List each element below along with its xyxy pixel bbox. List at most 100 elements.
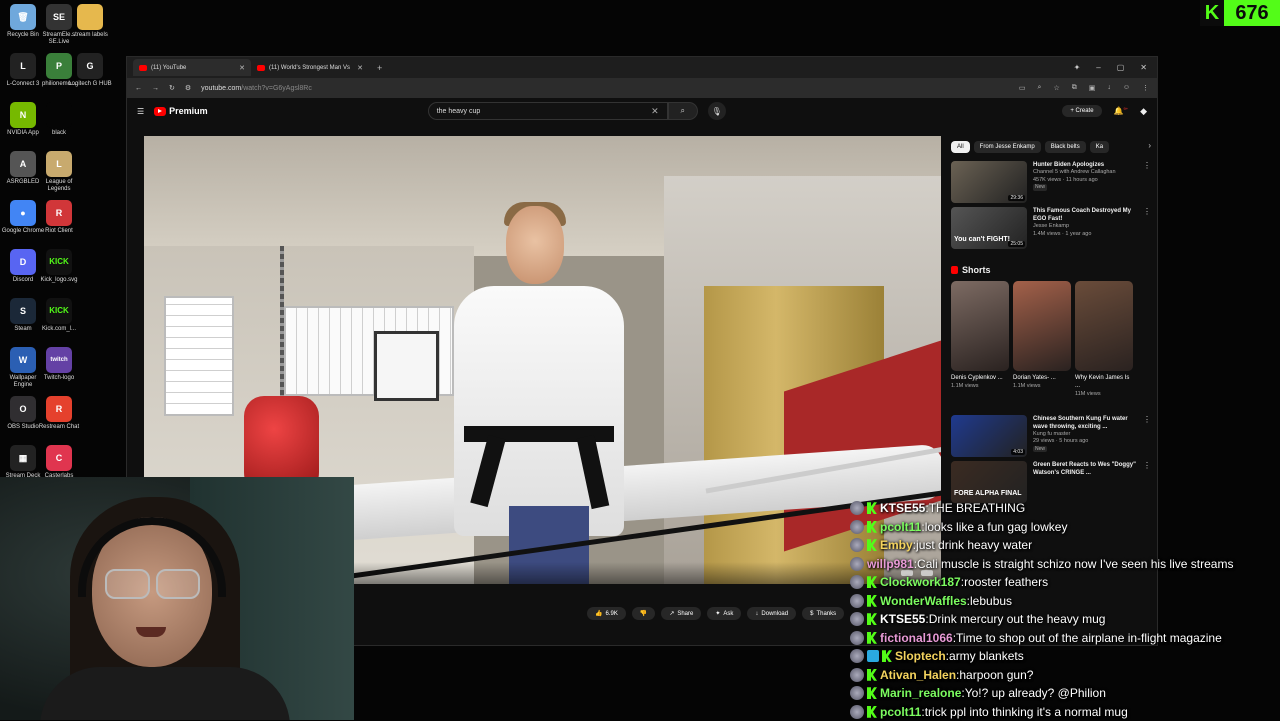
app-icon: W	[10, 347, 36, 373]
recommended-video[interactable]: FORE ALPHA FINALGreen Beret Reacts to We…	[951, 461, 1151, 505]
notifications-bell-icon[interactable]: 🔔9+	[1114, 106, 1129, 116]
desktop-icon-label: Kick_logo.svg	[36, 277, 82, 284]
short-thumbnail[interactable]	[1013, 281, 1071, 371]
app-icon: R	[46, 396, 72, 422]
short-card[interactable]: Why Kevin James Is ...11M views	[1075, 281, 1133, 397]
voice-search-button[interactable]: 🎙	[708, 102, 726, 120]
video-thumbnail[interactable]: You can't FIGHT!25:05	[951, 207, 1027, 249]
video-action-button[interactable]: $Thanks	[802, 607, 844, 620]
app-icon: 🗑	[10, 4, 36, 30]
short-card[interactable]: Dorian Yates- ...1.1M views	[1013, 281, 1071, 397]
more-options-icon[interactable]: ⋮	[1143, 415, 1151, 459]
reload-icon[interactable]: ↻	[169, 84, 175, 92]
extensions-icon[interactable]: ✦	[1074, 63, 1081, 72]
desktop-icon[interactable]: KICKKick.com_l...	[36, 298, 82, 333]
shorts-header: Shorts	[951, 265, 1151, 275]
forward-icon[interactable]: →	[152, 85, 159, 92]
chevron-right-icon[interactable]: ›	[1148, 141, 1151, 153]
new-tab-button[interactable]: +	[369, 63, 390, 73]
chat-message: KTSE55: THE BREATHING	[850, 499, 1280, 518]
desktop-icon[interactable]: black	[36, 102, 82, 137]
app-icon: L	[10, 53, 36, 79]
profile-icon[interactable]: ☺	[1123, 84, 1130, 92]
create-button[interactable]: + Create	[1062, 105, 1101, 117]
kick-badge-icon	[882, 650, 892, 662]
video-thumbnail[interactable]: 29:36	[951, 161, 1027, 203]
youtube-logo[interactable]: Premium	[154, 106, 208, 116]
desktop-icon-label: Riot Client	[36, 228, 82, 235]
search-input[interactable]: the heavy cup ✕	[428, 102, 668, 120]
youtube-favicon-icon	[257, 65, 265, 71]
video-meta: Hunter Biden ApologizesChannel 5 with An…	[1033, 161, 1116, 205]
action-label: Ask	[723, 611, 733, 617]
more-options-icon[interactable]: ⋮	[1143, 207, 1151, 251]
video-action-button[interactable]: ↓Download	[747, 607, 796, 620]
chat-text: harpoon gun?	[959, 668, 1033, 682]
zoom-icon[interactable]: ⌕	[1038, 84, 1042, 92]
desktop-icon[interactable]: R Restream Chat	[36, 396, 82, 431]
video-action-button[interactable]: ✦Ask	[707, 607, 741, 620]
desktop-icon[interactable]: LLeague of Legends	[36, 151, 82, 193]
kick-counter-value: 676	[1224, 2, 1280, 25]
extension-puzzle-icon[interactable]: ⧉	[1072, 84, 1077, 92]
recommended-video[interactable]: You can't FIGHT!25:05This Famous Coach D…	[951, 207, 1151, 251]
chat-username: KTSE55	[880, 612, 925, 626]
desktop-icon-label: Restream Chat	[36, 424, 82, 431]
app-icon	[77, 4, 103, 30]
chat-username: Ativan_Halen	[880, 668, 956, 682]
chat-text: Yo!? up already? @Philion	[965, 686, 1106, 700]
video-action-button[interactable]: ↗Share	[661, 607, 701, 620]
search-button[interactable]: ⌕	[668, 102, 698, 120]
video-thumbnail[interactable]: 4:03	[951, 415, 1027, 457]
short-card[interactable]: Denis Cyplenkov ...1.1M views	[951, 281, 1009, 397]
short-thumbnail[interactable]	[1075, 281, 1133, 371]
video-meta: This Famous Coach Destroyed My EGO Fast!…	[1033, 207, 1137, 251]
browser-tab-youtube[interactable]: (11) YouTube ✕	[133, 59, 251, 76]
short-thumbnail[interactable]	[951, 281, 1009, 371]
video-action-button[interactable]: 👍6.9K	[587, 607, 626, 620]
tab-close-icon[interactable]: ✕	[357, 64, 363, 72]
download-icon[interactable]: ↓	[1107, 84, 1111, 92]
cast-icon[interactable]: ▭	[1019, 84, 1026, 92]
site-info-icon[interactable]: ⚙	[185, 84, 191, 92]
browser-tab-strongest-man[interactable]: (11) World's Strongest Man Vs ✕	[251, 59, 369, 76]
stream-chat-overlay: KTSE55: THE BREATHINGpcolt11: looks like…	[850, 499, 1280, 721]
more-options-icon[interactable]: ⋮	[1143, 461, 1151, 505]
filter-chip[interactable]: Black belts	[1045, 141, 1086, 153]
recommended-videos-more: 4:03Chinese Southern Kung Fu water wave …	[951, 415, 1151, 505]
desktop-icon[interactable]: CCasterlabs	[36, 445, 82, 480]
filter-chip[interactable]: All	[951, 141, 970, 153]
close-window-button[interactable]: ✕	[1140, 63, 1147, 72]
hamburger-menu-icon[interactable]: ☰	[137, 107, 144, 116]
filter-chip[interactable]: Ka	[1090, 141, 1109, 153]
clear-search-icon[interactable]: ✕	[651, 106, 659, 117]
app-icon: A	[10, 151, 36, 177]
url-field[interactable]: youtube.com/watch?v=G6yAgsl8Rc	[201, 85, 1009, 92]
video-scene-chain	[280, 246, 284, 396]
video-thumbnail[interactable]: FORE ALPHA FINAL	[951, 461, 1027, 503]
account-avatar[interactable]: ◆	[1140, 106, 1147, 117]
kick-badge-icon	[867, 669, 877, 681]
desktop-icon[interactable]: RRiot Client	[36, 200, 82, 235]
back-icon[interactable]: ←	[135, 85, 142, 92]
chat-username: pcolt11	[880, 705, 921, 719]
sidebar-icon[interactable]: ▣	[1089, 84, 1096, 92]
maximize-button[interactable]: ▢	[1117, 63, 1125, 72]
app-icon: D	[10, 249, 36, 275]
minimize-button[interactable]: –	[1096, 63, 1100, 72]
video-action-button[interactable]: 👎	[632, 607, 655, 620]
more-options-icon[interactable]: ⋮	[1143, 161, 1151, 205]
desktop-icon[interactable]: GLogitech G HUB	[67, 53, 113, 88]
desktop-icon[interactable]: stream labels	[67, 4, 113, 39]
video-actions: 👍6.9K 👎 ↗Share ✦Ask ↓Download $Thanks	[587, 607, 844, 620]
desktop-icon[interactable]: KICKKick_logo.svg	[36, 249, 82, 284]
recommended-video[interactable]: 29:36Hunter Biden ApologizesChannel 5 wi…	[951, 161, 1151, 205]
bookmark-star-icon[interactable]: ☆	[1053, 84, 1059, 92]
recommended-videos: 29:36Hunter Biden ApologizesChannel 5 wi…	[951, 161, 1151, 251]
menu-dots-icon[interactable]: ⋮	[1142, 84, 1149, 92]
filter-chip[interactable]: From Jesse Enkamp	[974, 141, 1041, 153]
tab-close-icon[interactable]: ✕	[239, 64, 245, 72]
desktop-icon[interactable]: twitchTwitch-logo	[36, 347, 82, 382]
recommended-video[interactable]: 4:03Chinese Southern Kung Fu water wave …	[951, 415, 1151, 459]
user-badge-icon	[850, 538, 864, 552]
